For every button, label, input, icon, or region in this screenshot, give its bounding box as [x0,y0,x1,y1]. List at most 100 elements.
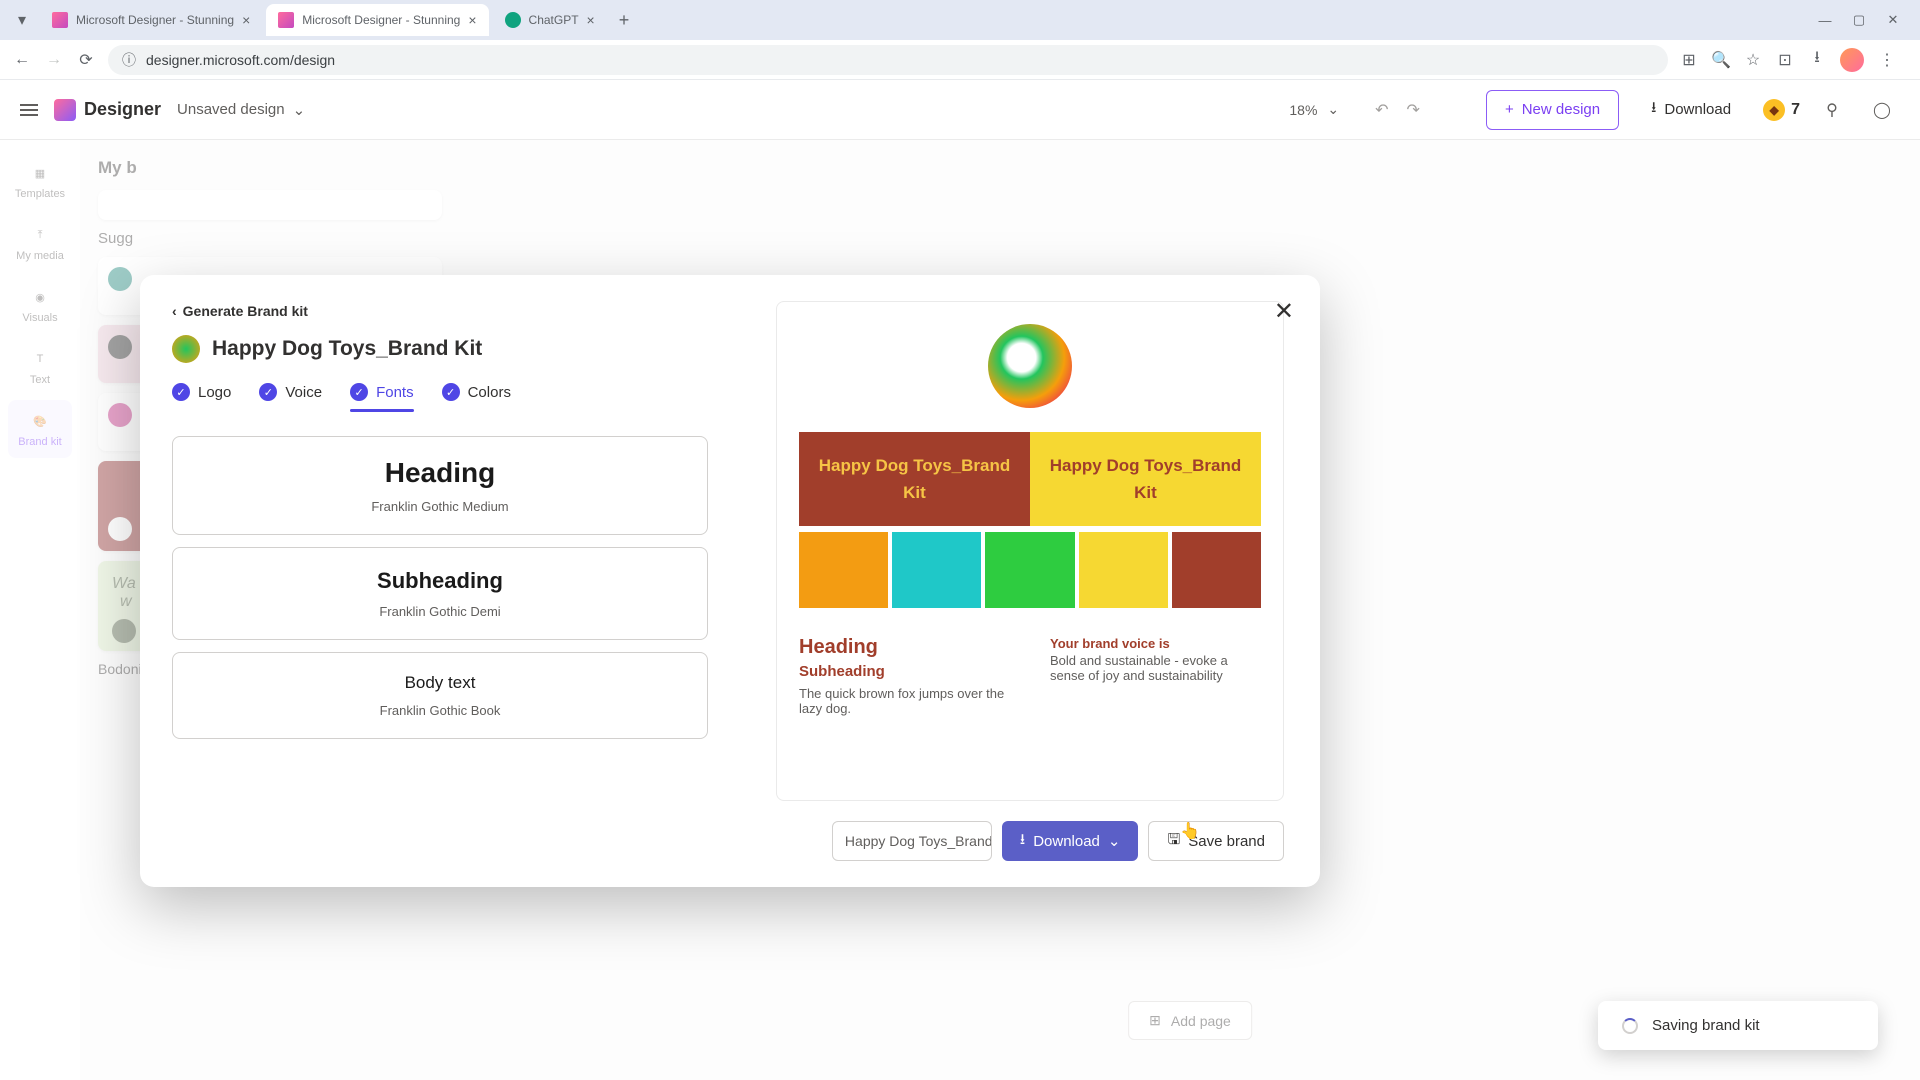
tab-title: Microsoft Designer - Stunning [302,13,460,27]
preview-banner-red: Happy Dog Toys_Brand Kit [799,432,1030,526]
user-account-icon[interactable]: ◯ [1864,92,1900,128]
font-card-heading[interactable]: Heading Franklin Gothic Medium [172,436,708,535]
browser-tab-1[interactable]: Microsoft Designer - Stunning × [266,4,488,36]
spinner-icon [1622,1018,1638,1034]
zoom-value: 18% [1289,102,1317,118]
install-app-icon[interactable]: ⊞ [1680,51,1698,69]
font-name: Franklin Gothic Book [193,703,687,718]
window-close-icon[interactable]: ✕ [1886,13,1900,27]
check-icon: ✓ [259,383,277,401]
nav-back-icon[interactable]: ← [12,50,32,70]
new-design-button[interactable]: + New design [1486,90,1619,130]
favicon-designer-icon [278,12,294,28]
preview-swatches [799,532,1261,608]
bookmark-icon[interactable]: ☆ [1744,51,1762,69]
download-icon: ⭳ [1651,97,1656,122]
preview-banner-yellow: Happy Dog Toys_Brand Kit [1030,432,1261,526]
nav-forward-icon[interactable]: → [44,50,64,70]
app-brand-label: Designer [84,99,161,120]
browser-menu-icon[interactable]: ⋮ [1878,51,1896,69]
save-brand-button[interactable]: 🖫 Save brand [1148,821,1284,861]
profile-avatar[interactable] [1840,48,1864,72]
preview-heading: Heading [799,636,1010,659]
swatch [1172,532,1261,608]
credits-count: 7 [1791,101,1800,119]
nav-reload-icon[interactable]: ⟳ [76,50,96,70]
tab-list-prev-icon[interactable]: ▾ [16,14,28,26]
brand-kit-modal: ‹ Generate Brand kit Happy Dog Toys_Bran… [140,275,1320,887]
font-sample: Subheading [193,568,687,594]
brand-name-input[interactable]: Happy Dog Toys_Brand ... [832,821,992,861]
download-label: Download [1033,833,1100,850]
chevron-down-icon: ⌄ [293,101,306,119]
window-minimize-icon[interactable]: — [1818,13,1832,27]
window-maximize-icon[interactable]: ▢ [1852,13,1866,27]
download-button[interactable]: ⭳ Download [1633,90,1749,130]
cursor-pointer-icon: 👆 [1180,821,1200,841]
preview-subheading: Subheading [799,663,1010,680]
preview-body: The quick brown fox jumps over the lazy … [799,686,1010,716]
brand-preview: Happy Dog Toys_Brand Kit Happy Dog Toys_… [776,301,1284,801]
tab-fonts[interactable]: ✓Fonts [350,383,414,411]
coin-icon: ◆ [1763,99,1785,121]
modal-download-button[interactable]: ⭳ Download ⌄ [1002,821,1139,861]
swatch [1079,532,1168,608]
url-input[interactable]: ⓘ designer.microsoft.com/design [108,45,1668,75]
undo-button[interactable]: ↶ [1375,100,1388,120]
font-name: Franklin Gothic Demi [193,604,687,619]
tab-close-icon[interactable]: × [587,12,595,28]
modal-back-button[interactable]: ‹ Generate Brand kit [172,303,708,319]
chevron-left-icon: ‹ [172,303,177,319]
font-sample: Heading [193,457,687,489]
modal-close-button[interactable]: ✕ [1274,297,1294,326]
swatch [799,532,888,608]
browser-tab-2[interactable]: ChatGPT × [493,4,607,36]
tab-voice[interactable]: ✓ Voice [259,383,322,411]
favicon-chatgpt-icon [505,12,521,28]
design-name-label: Unsaved design [177,101,285,118]
preview-logo [988,324,1072,408]
download-icon: ⭳ [1020,829,1025,854]
back-label: Generate Brand kit [183,303,308,319]
tab-label: Colors [468,384,511,401]
zoom-control[interactable]: 18% ⌄ [1289,101,1339,118]
new-tab-button[interactable]: + [611,10,638,31]
font-card-subheading[interactable]: Subheading Franklin Gothic Demi [172,547,708,640]
site-info-icon[interactable]: ⓘ [122,50,136,70]
zoom-icon[interactable]: 🔍 [1712,51,1730,69]
app-logo[interactable]: Designer [54,99,161,121]
tab-colors[interactable]: ✓ Colors [442,383,511,411]
tab-close-icon[interactable]: × [468,12,476,28]
brand-logo-thumb [172,335,200,363]
toast-message: Saving brand kit [1652,1017,1760,1034]
font-card-body[interactable]: Body text Franklin Gothic Book [172,652,708,739]
downloads-icon[interactable]: ⭳ [1808,51,1826,69]
font-name: Franklin Gothic Medium [193,499,687,514]
url-text: designer.microsoft.com/design [146,52,335,68]
redo-button[interactable]: ↷ [1407,100,1420,120]
tab-label: Voice [285,384,322,401]
new-design-label: New design [1522,101,1600,118]
extensions-icon[interactable]: ⊡ [1776,51,1794,69]
tab-close-icon[interactable]: × [242,12,250,28]
app-menu-button[interactable] [20,101,38,119]
tab-title: ChatGPT [529,13,579,27]
check-icon: ✓ [172,383,190,401]
tab-label: Fonts [376,384,414,401]
chevron-down-icon: ⌄ [1108,832,1121,850]
voice-body: Bold and sustainable - evoke a sense of … [1050,653,1261,683]
browser-tab-0[interactable]: Microsoft Designer - Stunning × [40,4,262,36]
share-icon[interactable]: ⚲ [1814,92,1850,128]
design-name-dropdown[interactable]: Unsaved design ⌄ [177,101,305,119]
modal-tab-row: ✓Logo ✓Voice ✓Fonts ✓Colors [172,383,708,412]
tab-title: Microsoft Designer - Stunning [76,13,234,27]
tab-logo[interactable]: ✓Logo [172,383,231,411]
designer-logo-icon [54,99,76,121]
brand-kit-title: Happy Dog Toys_Brand Kit [212,337,482,361]
favicon-designer-icon [52,12,68,28]
check-icon: ✓ [442,383,460,401]
save-icon: 🖫 [1167,829,1180,854]
swatch [892,532,981,608]
credits-indicator[interactable]: ◆ 7 [1763,99,1800,121]
saving-toast: Saving brand kit [1598,1001,1878,1050]
